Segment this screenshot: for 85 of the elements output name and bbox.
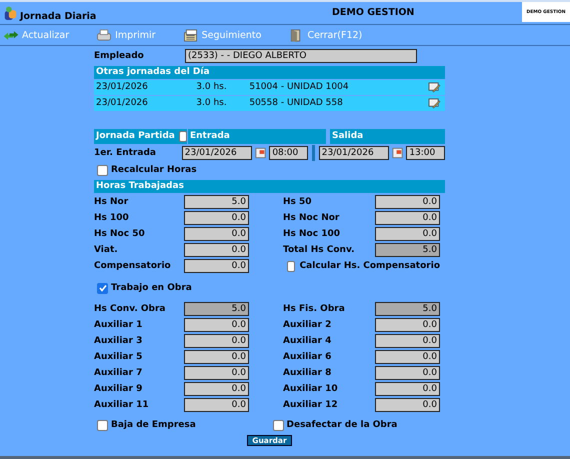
arrows-icon [3,28,19,42]
checkbox[interactable] [272,420,284,430]
field-label: Viat. [94,245,119,255]
field-label: Auxiliar 3 [94,336,144,346]
number-field[interactable]: 5.0 [184,195,249,209]
number-field[interactable]: 0.0 [184,382,249,396]
section-header: Salida [330,129,445,144]
table-cell-text: 3.0 hs. [195,81,228,94]
table-cell-text: 23/01/2026 [95,81,149,94]
company-name: DEMO GESTION [332,7,414,20]
field-label: Auxiliar 4 [283,336,332,346]
table-cell-text: 3.0 hs. [195,97,228,110]
checkbox-label: Desafectar de la Obra [286,420,398,430]
number-field[interactable]: 0.0 [184,318,249,332]
number-field[interactable]: 0.0 [184,227,249,241]
number-field[interactable]: 0.0 [184,211,249,225]
checkbox[interactable] [97,164,108,176]
calendar-icon[interactable] [391,146,404,160]
field-label: 1er. Entrada [94,148,157,158]
field-label: Hs Conv. Obra [94,304,167,314]
number-field[interactable]: 0.0 [184,259,249,273]
field-label: Hs Noc 100 [283,229,341,239]
number-field[interactable]: 0.0 [184,350,249,364]
number-field[interactable]: 0.0 [184,398,249,412]
field-label: Hs Nor [94,197,130,207]
field-label: Auxiliar 9 [94,384,144,394]
field-label: Hs Noc Nor [283,213,340,223]
number-field[interactable]: 0.0 [375,318,440,332]
field-label: Auxiliar 2 [283,320,332,330]
field-label: Empleado [94,51,145,61]
number-field[interactable]: 0.0 [375,334,440,348]
field-label: Auxiliar 6 [283,352,332,362]
number-field[interactable]: 5.0 [184,302,249,316]
edit-icon[interactable] [428,82,441,93]
table-cell-text: 23/01/2026 [95,97,149,110]
checkbox[interactable] [178,131,187,142]
section-header: Otras jornadas del Día [94,66,445,79]
field-label: Auxiliar 10 [283,384,339,394]
checkbox[interactable] [287,260,295,272]
checkbox-label: Calcular Hs. Compensatorio [300,261,440,271]
time-field[interactable]: 08:00 [269,146,308,160]
checkbox-label: Recalcular Horas [111,165,197,175]
employee-field[interactable]: (2533) - - DIEGO ALBERTO [185,49,417,63]
date-field[interactable]: 23/01/2026 [182,146,252,160]
date-field[interactable]: 23/01/2026 [318,146,390,160]
window-title: Jornada Diaria [20,11,96,22]
field-label: Compensatorio [94,261,172,271]
number-field[interactable]: 5.0 [375,243,440,257]
number-field[interactable]: 0.0 [375,382,440,396]
field-label: Hs 50 [283,197,313,207]
field-label: Auxiliar 12 [283,400,339,410]
number-field[interactable]: 0.0 [184,243,249,257]
number-field[interactable]: 0.0 [184,334,249,348]
section-header: Entrada [188,129,326,144]
section-header: Horas Trabajadas [94,180,445,193]
table-cell-text: 50558 - UNIDAD 558 [248,97,344,110]
number-field[interactable]: 0.0 [375,211,440,225]
field-label: Auxiliar 1 [94,320,144,330]
field-label: Auxiliar 8 [283,368,332,378]
number-field[interactable]: 5.0 [375,302,440,316]
section-header: Jornada Partida [96,130,175,143]
field-label: Hs Noc 50 [94,229,146,239]
number-field[interactable]: 0.0 [375,350,440,364]
field-label: Auxiliar 5 [94,352,144,362]
calendar-icon[interactable] [254,146,268,160]
logo-icon [4,5,17,22]
number-field[interactable]: 0.0 [375,366,440,380]
printer-icon [96,28,112,42]
checkbox-label: Baja de Empresa [111,420,196,430]
checkbox[interactable] [97,282,108,294]
field-label: Auxiliar 7 [94,368,144,378]
documents-icon [182,28,199,42]
number-field[interactable]: 0.0 [375,227,440,241]
field-label: Hs Fis. Obra [283,304,346,314]
checkbox[interactable] [97,420,108,430]
edit-icon[interactable] [428,98,441,109]
field-label: Hs 100 [94,213,130,223]
field-label: Auxiliar 11 [94,400,150,410]
time-field[interactable]: 13:00 [406,146,445,160]
number-field[interactable]: 0.0 [375,398,440,412]
number-field[interactable]: 0.0 [184,366,249,380]
table-cell-text: 51004 - UNIDAD 1004 [248,81,350,94]
checkbox-label: Trabajo en Obra [111,283,192,293]
field-label: Total Hs Conv. [283,245,356,255]
number-field[interactable]: 0.0 [375,195,440,209]
